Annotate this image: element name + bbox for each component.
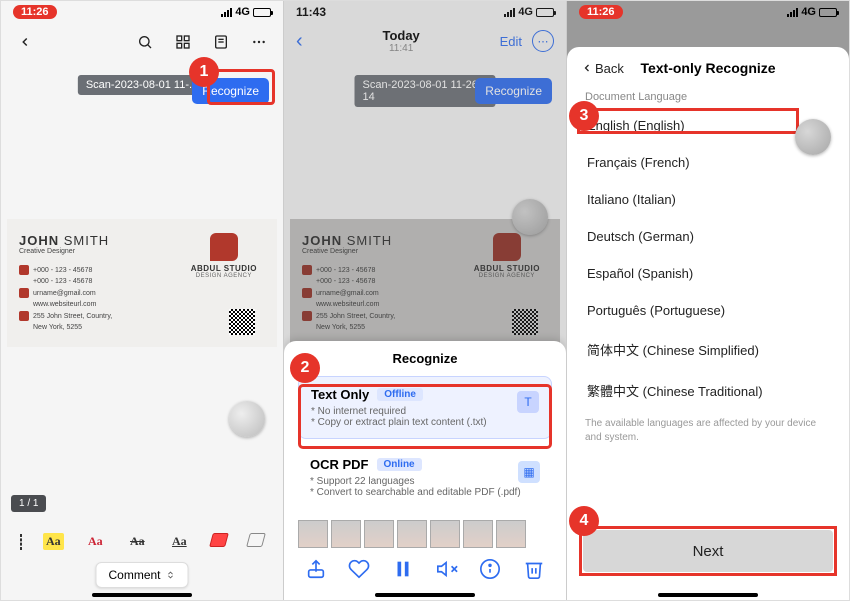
sheet-title: Recognize bbox=[284, 351, 566, 366]
lang-item-german[interactable]: Deutsch (German) bbox=[575, 218, 841, 255]
business-card-preview: JOHN SMITH Creative Designer +000 - 123 … bbox=[7, 219, 277, 347]
phone-icon bbox=[19, 265, 29, 275]
signal-icon bbox=[504, 8, 515, 17]
annotate-icon[interactable] bbox=[209, 30, 233, 54]
status-time: 11:26 bbox=[13, 5, 57, 19]
network-label: 4G bbox=[801, 6, 816, 18]
status-bar: 11:43 4G bbox=[284, 1, 566, 23]
mail-icon bbox=[19, 288, 29, 298]
crop-tool[interactable] bbox=[20, 535, 22, 549]
home-indicator bbox=[92, 593, 192, 597]
qr-code bbox=[229, 309, 255, 335]
thumb-item[interactable] bbox=[364, 520, 394, 548]
heart-icon[interactable] bbox=[348, 558, 370, 580]
business-card-preview: JOHN SMITH Creative Designer +000 - 123 … bbox=[290, 219, 560, 347]
step4-highlight bbox=[579, 526, 837, 576]
thumb-item[interactable] bbox=[496, 520, 526, 548]
thumb-item[interactable] bbox=[298, 520, 328, 548]
network-label: 4G bbox=[235, 6, 250, 18]
thumb-item[interactable] bbox=[397, 520, 427, 548]
sort-icon bbox=[166, 569, 176, 581]
lang-item-chinese-traditional[interactable]: 繁體中文 (Chinese Traditional) bbox=[575, 370, 841, 411]
assistive-touch[interactable] bbox=[229, 401, 265, 437]
share-icon[interactable] bbox=[305, 558, 327, 580]
back-button[interactable]: Back bbox=[581, 61, 624, 76]
status-right: 4G bbox=[787, 6, 837, 18]
pause-icon[interactable] bbox=[392, 558, 414, 580]
pdf-icon: ▦ bbox=[518, 461, 540, 483]
highlight-tool[interactable]: Aa bbox=[43, 533, 64, 550]
strikethrough-tool[interactable]: Aa bbox=[127, 533, 148, 550]
back-icon[interactable]: ‹ bbox=[296, 30, 303, 53]
thumbnail-strip[interactable] bbox=[284, 516, 566, 550]
topbar-title: Today 11:41 bbox=[382, 28, 419, 54]
logo-icon bbox=[210, 233, 238, 261]
battery-icon bbox=[536, 8, 554, 17]
qr-code bbox=[512, 309, 538, 335]
chevron-left-icon bbox=[581, 62, 593, 74]
home-indicator bbox=[658, 593, 758, 597]
lang-item-spanish[interactable]: Español (Spanish) bbox=[575, 255, 841, 292]
status-time: 11:26 bbox=[579, 5, 623, 19]
marker-red-tool[interactable] bbox=[211, 533, 227, 550]
battery-icon bbox=[253, 8, 271, 17]
status-time: 11:43 bbox=[296, 5, 326, 19]
annotation-toolbar: Aa Aa Aa Aa bbox=[1, 527, 283, 556]
comment-button[interactable]: Comment bbox=[95, 562, 188, 588]
step-badge-1: 1 bbox=[189, 57, 219, 87]
home-indicator bbox=[375, 593, 475, 597]
assistive-touch[interactable] bbox=[512, 199, 548, 235]
recognize-button[interactable]: Recognize bbox=[475, 78, 552, 104]
trash-icon[interactable] bbox=[523, 558, 545, 580]
status-bar: 11:26 4G bbox=[1, 1, 283, 23]
lang-item-chinese-simplified[interactable]: 简体中文 (Chinese Simplified) bbox=[575, 329, 841, 370]
text-red-tool[interactable]: Aa bbox=[85, 533, 106, 550]
thumb-item[interactable] bbox=[430, 520, 460, 548]
pin-icon bbox=[19, 311, 29, 321]
signal-icon bbox=[221, 8, 232, 17]
topbar: ‹ Today 11:41 Edit ⋯ bbox=[284, 23, 566, 59]
search-icon[interactable] bbox=[133, 30, 157, 54]
lang-item-italian[interactable]: Italiano (Italian) bbox=[575, 181, 841, 218]
doc-language-label: Document Language bbox=[567, 85, 849, 107]
status-bar: 11:26 4G bbox=[567, 1, 849, 23]
more-circle-icon[interactable]: ⋯ bbox=[532, 30, 554, 52]
marker-tool[interactable] bbox=[248, 533, 264, 550]
scan-filename: Scan-2023-08-01 11-... bbox=[78, 75, 206, 95]
mute-icon[interactable] bbox=[436, 558, 458, 580]
grid-icon[interactable] bbox=[171, 30, 195, 54]
status-right: 4G bbox=[221, 6, 271, 18]
assistive-touch[interactable] bbox=[795, 119, 831, 155]
info-icon[interactable] bbox=[479, 558, 501, 580]
option-ocr-pdf[interactable]: OCR PDF Online * Support 22 languages * … bbox=[298, 447, 552, 508]
topbar bbox=[1, 23, 283, 61]
language-note: The available languages are affected by … bbox=[567, 411, 849, 451]
page-indicator: 1 / 1 bbox=[11, 495, 46, 512]
status-right: 4G bbox=[504, 6, 554, 18]
underline-tool[interactable]: Aa bbox=[169, 533, 190, 550]
badge-online: Online bbox=[377, 458, 422, 471]
signal-icon bbox=[787, 8, 798, 17]
thumb-item[interactable] bbox=[463, 520, 493, 548]
step-badge-2: 2 bbox=[290, 353, 320, 383]
recognize-sheet: Recognize Text Only Offline * No interne… bbox=[284, 341, 566, 600]
battery-icon bbox=[819, 8, 837, 17]
network-label: 4G bbox=[518, 6, 533, 18]
back-icon[interactable] bbox=[13, 30, 37, 54]
thumb-item[interactable] bbox=[331, 520, 361, 548]
step2-highlight bbox=[298, 384, 552, 449]
step3-highlight bbox=[577, 108, 799, 134]
more-icon[interactable] bbox=[247, 30, 271, 54]
edit-button[interactable]: Edit bbox=[500, 34, 522, 49]
lang-item-portuguese[interactable]: Português (Portuguese) bbox=[575, 292, 841, 329]
step-badge-4: 4 bbox=[569, 506, 599, 536]
bottom-actions bbox=[284, 550, 566, 594]
step-badge-3: 3 bbox=[569, 101, 599, 131]
